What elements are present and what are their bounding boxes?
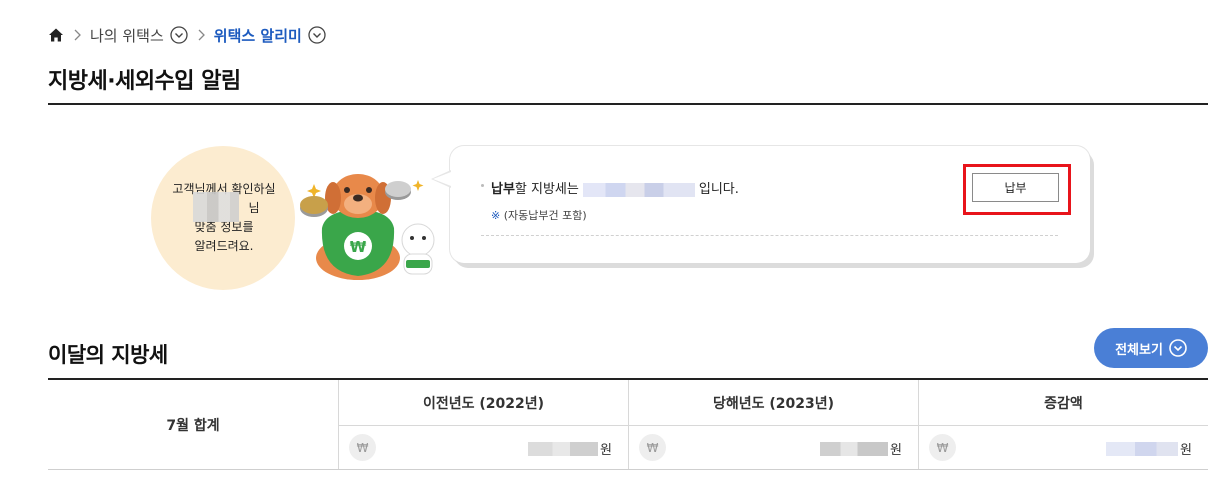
- svg-text:₩: ₩: [350, 238, 367, 256]
- greeting-line: 알려드려요.: [194, 239, 254, 253]
- view-all-button[interactable]: 전체보기: [1094, 328, 1208, 368]
- notice-divider: [481, 235, 1058, 236]
- redacted-amount: [528, 441, 599, 456]
- view-all-label: 전체보기: [1115, 342, 1163, 358]
- title-divider: [48, 103, 1208, 105]
- bullet-dot: [481, 184, 484, 187]
- column-change-amount: 증감액 ₩ 원: [918, 380, 1208, 469]
- breadcrumb-item-my-wetax[interactable]: 나의 위택스: [90, 25, 164, 46]
- redacted-amount: [820, 441, 889, 456]
- section-title: 이달의 지방세: [48, 343, 168, 367]
- reference-mark: ※: [491, 209, 501, 222]
- table-cell: ₩ 원: [629, 426, 918, 469]
- table-cell: ₩ 원: [339, 426, 628, 469]
- home-icon[interactable]: [48, 27, 64, 43]
- notice-pay-word: 납부: [491, 182, 515, 197]
- chevron-right-icon: [194, 28, 208, 42]
- won-icon: ₩: [349, 434, 376, 461]
- table-cell: ₩ 원: [919, 426, 1208, 469]
- breadcrumb: 나의 위택스 위택스 알리미: [48, 25, 326, 45]
- chevron-right-icon: [70, 28, 84, 42]
- currency-unit: 원: [1180, 443, 1192, 458]
- redacted-amount: [582, 182, 695, 197]
- amount-value: 원: [820, 439, 902, 458]
- notice-subtext: ※ (자동납부건 포함): [491, 207, 587, 223]
- column-header: 당해년도 (2023년): [629, 380, 918, 426]
- redacted-amount: [1106, 441, 1179, 456]
- amount-value: 원: [1106, 439, 1192, 458]
- currency-unit: 원: [600, 443, 612, 458]
- chevron-down-circle-icon[interactable]: [170, 26, 188, 44]
- month-total-label: 7월 합계: [166, 417, 220, 434]
- redacted-user-name: [193, 192, 239, 222]
- notice-text-after: 입니다.: [698, 182, 739, 197]
- auto-payment-note: (자동납부건 포함): [503, 209, 587, 222]
- column-current-year: 당해년도 (2023년) ₩ 원: [628, 380, 918, 469]
- column-previous-year: 이전년도 (2022년) ₩ 원: [338, 380, 628, 469]
- amount-value: 원: [528, 439, 612, 458]
- pay-button[interactable]: 납부: [972, 173, 1059, 202]
- notice-card-tail-inner: [433, 172, 451, 186]
- column-header: 이전년도 (2022년): [339, 380, 628, 426]
- column-header: 증감액: [919, 380, 1208, 426]
- won-icon: ₩: [639, 434, 666, 461]
- chevron-down-circle-icon[interactable]: [308, 26, 326, 44]
- chevron-down-circle-icon: [1169, 339, 1187, 357]
- currency-unit: 원: [890, 443, 902, 458]
- breadcrumb-item-wetax-alarm[interactable]: 위택스 알리미: [214, 25, 302, 46]
- table-bottom-rule: [48, 469, 1208, 470]
- notice-text-before: 할 지방세는: [514, 182, 579, 197]
- mascot-illustration: ₩: [300, 168, 450, 283]
- won-icon: ₩: [929, 434, 956, 461]
- page-title: 지방세·세외수입 알림: [48, 69, 241, 94]
- notice-payment-text: 납부할 지방세는 입니다.: [491, 178, 739, 197]
